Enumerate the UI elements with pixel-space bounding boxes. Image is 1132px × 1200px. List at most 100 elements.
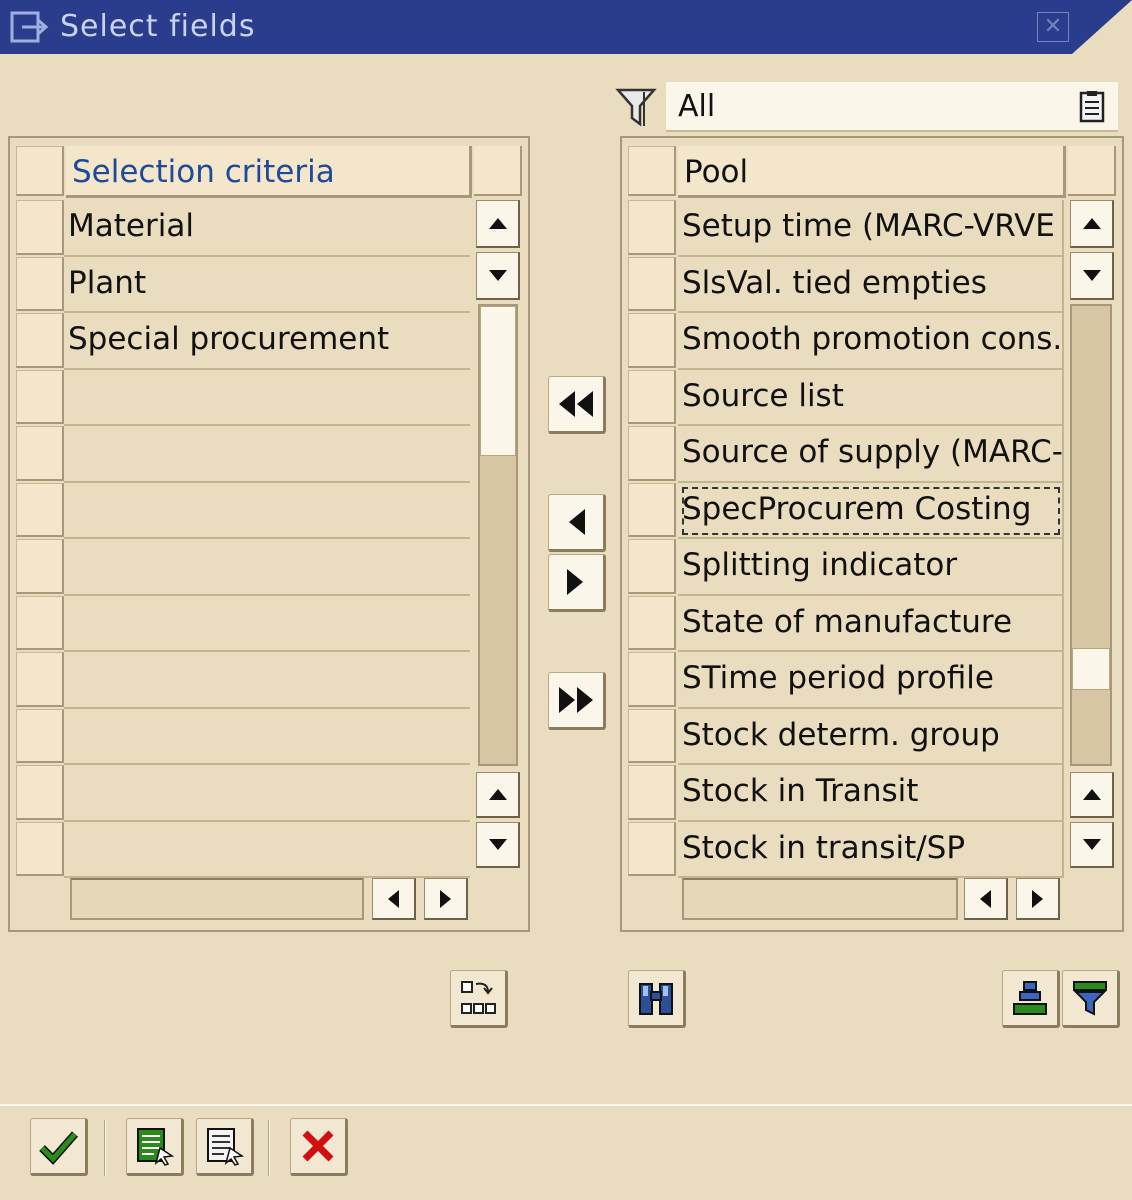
left-row-selector[interactable] — [16, 765, 64, 820]
select-all-left[interactable] — [16, 146, 64, 196]
right-row-selector[interactable] — [628, 426, 676, 481]
move-all-left-button[interactable] — [548, 376, 606, 434]
confirm-button[interactable] — [30, 1118, 88, 1176]
checkmark-icon — [39, 1131, 78, 1165]
right-table-row[interactable]: SlsVal. tied empties — [678, 256, 1064, 313]
move-all-right-button[interactable] — [548, 672, 606, 730]
right-row-selector[interactable] — [628, 652, 676, 707]
right-page-down[interactable] — [1070, 822, 1114, 868]
left-table-row[interactable] — [64, 822, 470, 878]
arrow-left-icon — [388, 889, 399, 908]
move-left-button[interactable] — [548, 494, 606, 552]
left-scroll-thumb[interactable] — [480, 306, 516, 456]
find-button[interactable] — [628, 970, 686, 1028]
filter-icon[interactable] — [614, 86, 660, 130]
left-table-row[interactable] — [64, 370, 470, 426]
right-table-row[interactable]: State of manufacture — [678, 595, 1064, 652]
left-scroll-down[interactable] — [476, 252, 520, 300]
left-row-selector[interactable] — [16, 313, 64, 368]
double-arrow-right-icon — [559, 687, 593, 713]
right-row-selector[interactable] — [628, 482, 676, 537]
right-row-selector[interactable] — [628, 256, 676, 311]
left-page-down[interactable] — [476, 822, 520, 868]
right-row-selector[interactable] — [628, 369, 676, 424]
load-layout-button[interactable] — [196, 1118, 254, 1176]
right-page-up[interactable] — [1070, 772, 1114, 818]
right-row-selector[interactable] — [628, 200, 676, 255]
right-scroll-right[interactable] — [1016, 878, 1060, 920]
left-table-row[interactable] — [64, 426, 470, 483]
sort-button[interactable] — [450, 970, 508, 1028]
define-filter-button[interactable] — [1002, 970, 1060, 1028]
left-row-selector[interactable] — [16, 821, 64, 876]
right-row-selector[interactable] — [628, 708, 676, 763]
left-scroll-right[interactable] — [424, 878, 468, 920]
left-scroll-left[interactable] — [372, 878, 416, 920]
left-table-row[interactable]: Plant — [64, 257, 470, 313]
list-picker-icon[interactable] — [1076, 90, 1108, 124]
arrow-down-icon — [488, 839, 507, 850]
left-page-up[interactable] — [476, 772, 520, 818]
left-table-row[interactable] — [64, 709, 470, 765]
left-header-corner — [474, 146, 522, 196]
left-table-row[interactable]: Material — [64, 200, 470, 257]
left-row-selector[interactable] — [16, 200, 64, 255]
left-table-row[interactable] — [64, 539, 470, 596]
left-table-row[interactable] — [64, 483, 470, 539]
right-scroll-thumb[interactable] — [1072, 648, 1110, 690]
save-layout-button[interactable] — [126, 1118, 184, 1176]
select-all-right[interactable] — [628, 146, 676, 196]
cancel-x-icon — [302, 1130, 334, 1162]
filter-button[interactable] — [1062, 970, 1120, 1028]
arrow-right-icon — [567, 569, 583, 595]
double-arrow-left-icon — [559, 391, 593, 417]
right-row-selector[interactable] — [628, 595, 676, 650]
right-table-row[interactable]: Setup time (MARC-VRVE — [678, 200, 1064, 257]
right-table-row[interactable]: Stock determ. group — [678, 708, 1064, 765]
left-row-selector[interactable] — [16, 369, 64, 424]
arrow-up-icon — [488, 789, 507, 800]
right-table-row[interactable]: Stock in transit/SP — [678, 821, 1064, 878]
right-scroll-up[interactable] — [1070, 200, 1114, 248]
right-table-row[interactable]: Stock in Transit — [678, 765, 1064, 822]
left-row-selector[interactable] — [16, 708, 64, 763]
right-row-selector[interactable] — [628, 765, 676, 820]
left-table-row[interactable] — [64, 765, 470, 822]
right-table-row[interactable]: Source of supply (MARC- — [678, 426, 1064, 483]
left-row-selector[interactable] — [16, 256, 64, 311]
right-hscroll-track[interactable] — [682, 878, 958, 920]
document-list-icon — [137, 1128, 174, 1166]
arrow-down-icon — [1082, 839, 1101, 850]
filter-layout-field[interactable] — [666, 82, 1118, 132]
right-scroll-down[interactable] — [1070, 252, 1114, 300]
binoculars-icon — [639, 983, 673, 1015]
left-row-selector[interactable] — [16, 539, 64, 594]
pool-header[interactable]: Pool — [678, 146, 1066, 198]
cancel-button[interactable] — [290, 1118, 348, 1176]
left-table-row[interactable] — [64, 652, 470, 709]
left-row-selector[interactable] — [16, 652, 64, 707]
toolbar-separator — [268, 1120, 270, 1176]
right-table-row[interactable]: SpecProcurem Costing — [678, 482, 1064, 539]
right-table-row[interactable]: Smooth promotion cons. — [678, 313, 1064, 370]
right-table-row[interactable]: STime period profile — [678, 652, 1064, 709]
arrow-up-icon — [1082, 218, 1101, 229]
selection-criteria-header[interactable]: Selection criteria — [66, 146, 472, 198]
left-table-row[interactable]: Special procurement — [64, 313, 470, 370]
move-right-button[interactable] — [548, 554, 606, 612]
left-row-selector[interactable] — [16, 482, 64, 537]
right-table-row[interactable]: Source list — [678, 369, 1064, 426]
right-row-selector[interactable] — [628, 539, 676, 594]
left-hscroll-track[interactable] — [70, 878, 364, 920]
right-scroll-left[interactable] — [964, 878, 1008, 920]
arrow-down-icon — [1082, 270, 1101, 281]
right-table-row[interactable]: Splitting indicator — [678, 539, 1064, 596]
left-row-selector[interactable] — [16, 595, 64, 650]
right-row-selector[interactable] — [628, 313, 676, 368]
left-row-selector[interactable] — [16, 426, 64, 481]
close-icon[interactable]: ✕ — [1037, 12, 1069, 42]
right-scroll-track[interactable] — [1070, 304, 1112, 766]
left-table-row[interactable] — [64, 596, 470, 652]
right-row-selector[interactable] — [628, 821, 676, 876]
left-scroll-up[interactable] — [476, 200, 520, 248]
